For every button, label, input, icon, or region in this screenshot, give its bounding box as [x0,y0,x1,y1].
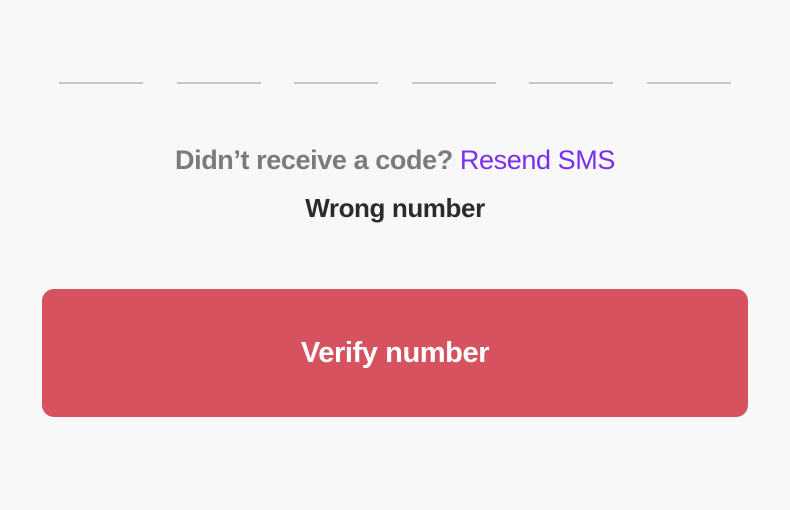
wrong-number-link[interactable]: Wrong number [0,190,790,226]
verification-code-input [0,0,790,100]
resend-prompt: Didn’t receive a code? [175,145,453,175]
code-digit-6[interactable] [647,48,731,84]
resend-row: Didn’t receive a code? Resend SMS [0,142,790,178]
verify-number-button[interactable]: Verify number [42,289,748,417]
resend-sms-link[interactable]: Resend SMS [460,145,615,175]
code-digit-1[interactable] [59,48,143,84]
code-digit-2[interactable] [177,48,261,84]
code-digit-5[interactable] [529,48,613,84]
code-digit-4[interactable] [412,48,496,84]
code-digit-3[interactable] [294,48,378,84]
